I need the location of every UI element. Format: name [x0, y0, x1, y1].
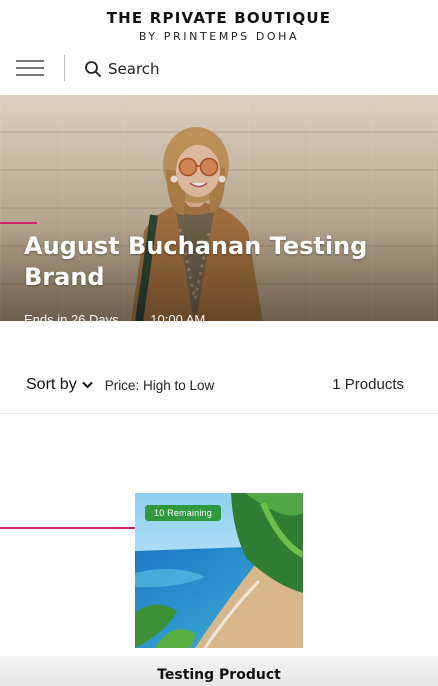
product-count: 1 Products	[332, 376, 404, 393]
product-name[interactable]: Testing Product	[0, 667, 438, 683]
search-button[interactable]: Search	[84, 58, 160, 80]
hamburger-menu-icon[interactable]	[16, 56, 46, 80]
brand-subtitle: BY PRINTEMPS DOHA	[138, 30, 300, 43]
accent-line-hero	[0, 222, 37, 224]
accent-line-product	[0, 527, 143, 529]
hero-title: August Buchanan Testing Brand	[24, 232, 368, 291]
sort-value[interactable]: Price: High to Low	[105, 378, 215, 393]
hero-banner[interactable]: August Buchanan Testing Brand Ends in 26…	[0, 95, 438, 321]
product-card[interactable]: 10 Remaining	[135, 493, 303, 648]
search-label: Search	[108, 60, 160, 78]
hero-ends-text: Ends in 26 Days	[24, 312, 119, 321]
brand-title[interactable]: THE RPIVATE BOUTIQUE	[0, 9, 438, 27]
hero-footer: Ends in 26 Days 10:00 AM	[24, 312, 233, 321]
listing-divider	[0, 413, 438, 414]
header: THE RPIVATE BOUTIQUE BY PRINTEMPS DOHA S…	[0, 0, 438, 92]
sort-by-dropdown[interactable]: Sort by	[26, 376, 93, 394]
sort-by-label: Sort by	[26, 376, 77, 393]
hero-time-text: 10:00 AM	[150, 312, 206, 321]
remaining-badge: 10 Remaining	[145, 505, 221, 521]
header-divider	[64, 55, 65, 81]
search-icon	[85, 61, 101, 77]
sort-row: Sort by Price: High to Low 1 Products	[26, 372, 438, 398]
chevron-down-icon	[81, 381, 93, 389]
